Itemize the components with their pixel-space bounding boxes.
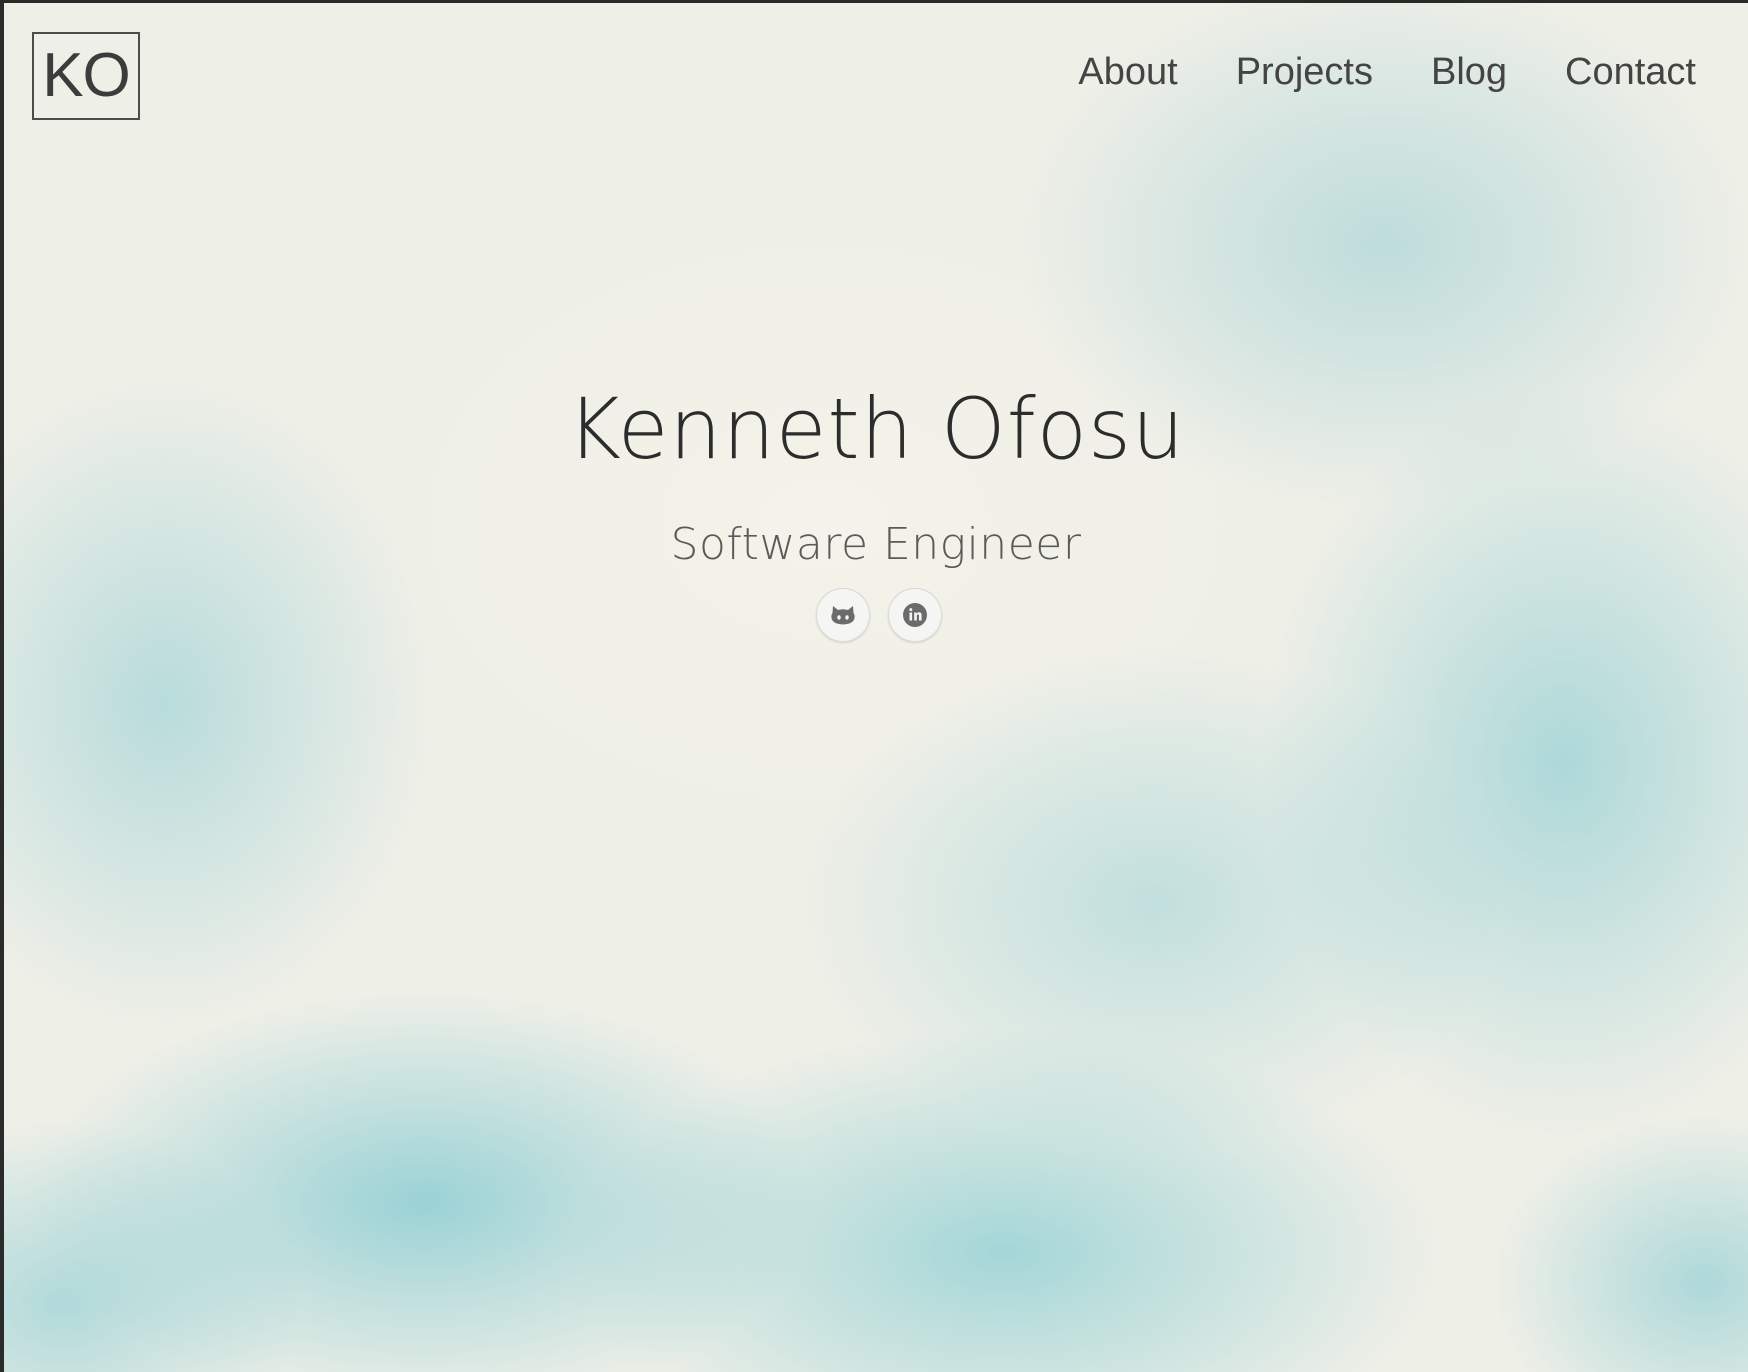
logo-link[interactable]: KO — [32, 32, 140, 120]
github-button[interactable] — [816, 588, 870, 642]
linkedin-icon — [903, 603, 927, 627]
nav-link-projects[interactable]: Projects — [1236, 53, 1373, 91]
hero-name: Kenneth Ofosu — [566, 380, 1186, 478]
nav-link-contact[interactable]: Contact — [1565, 53, 1696, 91]
nav-link-blog[interactable]: Blog — [1431, 53, 1507, 91]
social-links — [4, 588, 1748, 642]
browser-frame: KO About Projects Blog Contact Kenneth O… — [0, 0, 1748, 1372]
github-icon — [831, 606, 855, 625]
page-background: KO About Projects Blog Contact Kenneth O… — [4, 3, 1748, 1372]
main-nav: About Projects Blog Contact — [1020, 53, 1696, 91]
linkedin-button[interactable] — [888, 588, 942, 642]
hero-subtitle: Software Engineer — [670, 519, 1082, 570]
nav-link-about[interactable]: About — [1078, 53, 1177, 91]
